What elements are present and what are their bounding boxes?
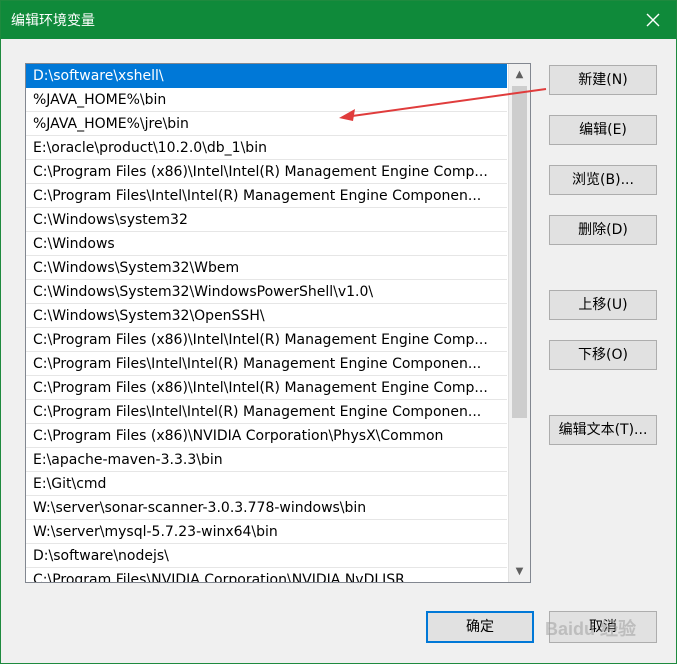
- close-icon: [646, 13, 660, 27]
- list-item[interactable]: C:\Program Files\NVIDIA Corporation\NVID…: [26, 568, 507, 582]
- list-item[interactable]: C:\Program Files (x86)\NVIDIA Corporatio…: [26, 424, 507, 448]
- list-item[interactable]: C:\Program Files\Intel\Intel(R) Manageme…: [26, 400, 507, 424]
- list-item[interactable]: C:\Windows: [26, 232, 507, 256]
- title-bar: 编辑环境变量: [1, 1, 676, 39]
- list-item[interactable]: D:\software\nodejs\: [26, 544, 507, 568]
- list-item[interactable]: C:\Program Files (x86)\Intel\Intel(R) Ma…: [26, 328, 507, 352]
- path-list[interactable]: D:\software\xshell\ %JAVA_HOME%\bin %JAVA_…: [25, 63, 531, 583]
- new-button[interactable]: 新建(N): [549, 65, 657, 95]
- close-button[interactable]: [630, 1, 676, 39]
- browse-button[interactable]: 浏览(B)...: [549, 165, 657, 195]
- list-item[interactable]: D:\software\xshell\: [26, 64, 507, 88]
- move-down-button[interactable]: 下移(O): [549, 340, 657, 370]
- edit-button[interactable]: 编辑(E): [549, 115, 657, 145]
- list-item[interactable]: W:\server\mysql-5.7.23-winx64\bin: [26, 520, 507, 544]
- list-item[interactable]: C:\Windows\System32\WindowsPowerShell\v1…: [26, 280, 507, 304]
- list-item[interactable]: C:\Program Files (x86)\Intel\Intel(R) Ma…: [26, 160, 507, 184]
- cancel-button[interactable]: 取消: [549, 611, 657, 643]
- list-item[interactable]: C:\Program Files\Intel\Intel(R) Manageme…: [26, 184, 507, 208]
- chevron-down-icon: ▼: [515, 566, 524, 577]
- list-item[interactable]: C:\Windows\System32\Wbem: [26, 256, 507, 280]
- scroll-down-button[interactable]: ▼: [509, 561, 530, 582]
- vertical-scrollbar[interactable]: ▲ ▼: [508, 64, 530, 582]
- list-item[interactable]: %JAVA_HOME%\bin: [26, 88, 507, 112]
- path-list-rows: D:\software\xshell\ %JAVA_HOME%\bin %JAVA_…: [26, 64, 507, 582]
- list-item[interactable]: E:\Git\cmd: [26, 472, 507, 496]
- list-item[interactable]: C:\Program Files\Intel\Intel(R) Manageme…: [26, 352, 507, 376]
- scroll-up-button[interactable]: ▲: [509, 64, 530, 85]
- edit-text-button[interactable]: 编辑文本(T)...: [549, 415, 657, 445]
- list-item[interactable]: E:\apache-maven-3.3.3\bin: [26, 448, 507, 472]
- chevron-up-icon: ▲: [515, 69, 524, 80]
- ok-button[interactable]: 确定: [426, 611, 534, 643]
- delete-button[interactable]: 删除(D): [549, 215, 657, 245]
- window-title: 编辑环境变量: [11, 13, 95, 29]
- list-item[interactable]: C:\Windows\system32: [26, 208, 507, 232]
- list-item[interactable]: E:\oracle\product\10.2.0\db_1\bin: [26, 136, 507, 160]
- list-item[interactable]: C:\Program Files (x86)\Intel\Intel(R) Ma…: [26, 376, 507, 400]
- edit-env-var-dialog: 编辑环境变量 D:\software\xshell\ %JAVA_HOME%\bi…: [0, 0, 677, 664]
- scrollbar-thumb[interactable]: [512, 86, 527, 418]
- list-item[interactable]: C:\Windows\System32\OpenSSH\: [26, 304, 507, 328]
- list-item[interactable]: W:\server\sonar-scanner-3.0.3.778-window…: [26, 496, 507, 520]
- move-up-button[interactable]: 上移(U): [549, 290, 657, 320]
- list-item[interactable]: %JAVA_HOME%\jre\bin: [26, 112, 507, 136]
